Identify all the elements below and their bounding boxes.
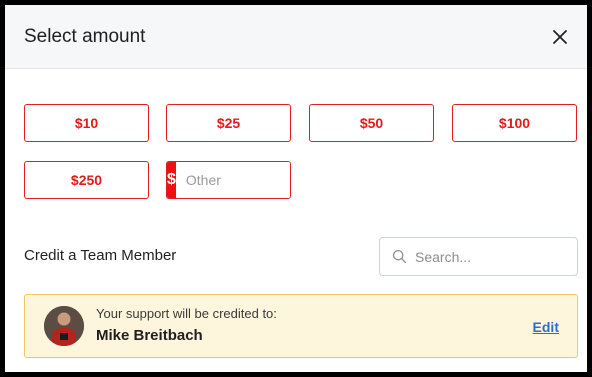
- search-input[interactable]: [413, 247, 567, 266]
- amount-button-50[interactable]: $50: [309, 104, 434, 142]
- amount-button-25[interactable]: $25: [166, 104, 291, 142]
- modal-title: Select amount: [24, 25, 146, 47]
- credited-info: Your support will be credited to: Mike B…: [96, 306, 277, 344]
- modal-header: Select amount: [5, 5, 587, 69]
- currency-prefix: $: [167, 162, 176, 198]
- amount-button-250[interactable]: $250: [24, 161, 149, 199]
- close-button[interactable]: [547, 24, 573, 50]
- select-amount-modal: Select amount $10 $25 $50 $100 $250 $ Cr…: [5, 5, 587, 372]
- credited-to-banner: Your support will be credited to: Mike B…: [24, 294, 578, 358]
- avatar-image: [44, 306, 84, 346]
- other-amount-field: $: [166, 161, 291, 199]
- close-icon: [553, 29, 567, 44]
- amount-button-10[interactable]: $10: [24, 104, 149, 142]
- credit-team-member-label: Credit a Team Member: [24, 247, 177, 264]
- credited-name: Mike Breitbach: [96, 327, 203, 344]
- avatar: [44, 306, 84, 346]
- credited-caption: Your support will be credited to:: [96, 306, 277, 321]
- other-amount-input[interactable]: [175, 162, 290, 198]
- team-member-search[interactable]: [379, 237, 578, 276]
- search-icon: [392, 249, 407, 264]
- amount-button-100[interactable]: $100: [452, 104, 577, 142]
- edit-link[interactable]: Edit: [533, 319, 559, 335]
